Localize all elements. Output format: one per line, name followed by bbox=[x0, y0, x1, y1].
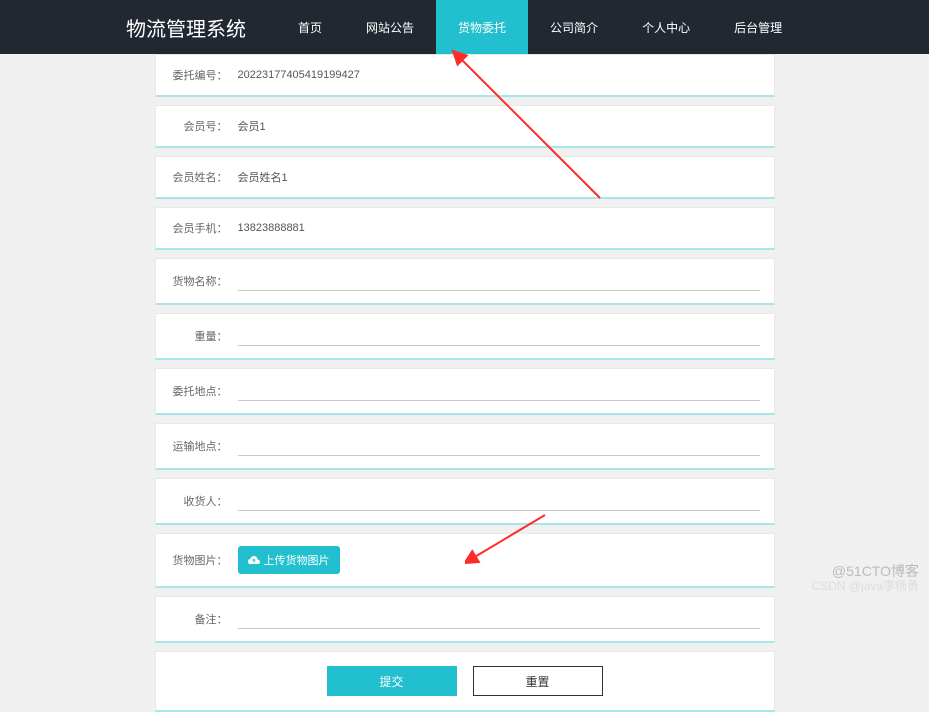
top-header: 物流管理系统 首页 网站公告 货物委托 公司简介 个人中心 后台管理 bbox=[0, 0, 929, 54]
row-remark: 备注： bbox=[155, 596, 775, 643]
action-row: 提交 重置 bbox=[155, 651, 775, 712]
submit-button[interactable]: 提交 bbox=[327, 666, 457, 696]
nav-personal[interactable]: 个人中心 bbox=[620, 0, 712, 54]
label-goods-image: 货物图片： bbox=[170, 552, 228, 568]
reset-button[interactable]: 重置 bbox=[473, 666, 603, 696]
row-goods-name: 货物名称： bbox=[155, 258, 775, 305]
label-member-no: 会员号： bbox=[170, 118, 228, 134]
label-member-phone: 会员手机： bbox=[170, 220, 228, 236]
input-remark[interactable] bbox=[238, 609, 760, 629]
nav-cargo-entrust[interactable]: 货物委托 bbox=[436, 0, 528, 54]
form-container: 委托编号： 会员号： 会员姓名： 会员手机： 货物名称： 重量： 委托地点： 运… bbox=[155, 54, 775, 712]
row-member-name: 会员姓名： bbox=[155, 156, 775, 199]
nav-announcement[interactable]: 网站公告 bbox=[344, 0, 436, 54]
nav-admin[interactable]: 后台管理 bbox=[712, 0, 804, 54]
input-weight[interactable] bbox=[238, 326, 760, 346]
nav-home[interactable]: 首页 bbox=[276, 0, 344, 54]
label-goods-name: 货物名称： bbox=[170, 273, 228, 289]
main-nav: 首页 网站公告 货物委托 公司简介 个人中心 后台管理 bbox=[276, 0, 804, 54]
row-consignee: 收货人： bbox=[155, 478, 775, 525]
nav-company[interactable]: 公司简介 bbox=[528, 0, 620, 54]
input-goods-name[interactable] bbox=[238, 271, 760, 291]
input-member-name[interactable] bbox=[238, 171, 760, 183]
brand-title: 物流管理系统 bbox=[126, 13, 246, 42]
upload-image-button[interactable]: 上传货物图片 bbox=[238, 546, 340, 574]
label-member-name: 会员姓名： bbox=[170, 169, 228, 185]
input-member-phone[interactable] bbox=[238, 222, 760, 234]
cloud-upload-icon bbox=[248, 554, 260, 567]
label-weight: 重量： bbox=[170, 328, 228, 344]
row-entrust-place: 委托地点： bbox=[155, 368, 775, 415]
label-remark: 备注： bbox=[170, 611, 228, 627]
label-transport-place: 运输地点： bbox=[170, 438, 228, 454]
watermark-text-2: CSDN @java李杨勇 bbox=[811, 577, 919, 594]
label-entrust-place: 委托地点： bbox=[170, 383, 228, 399]
input-entrust-place[interactable] bbox=[238, 381, 760, 401]
input-order-no[interactable] bbox=[238, 69, 760, 81]
row-member-phone: 会员手机： bbox=[155, 207, 775, 250]
input-consignee[interactable] bbox=[238, 491, 760, 511]
row-order-no: 委托编号： bbox=[155, 54, 775, 97]
row-goods-image: 货物图片： 上传货物图片 bbox=[155, 533, 775, 588]
row-member-no: 会员号： bbox=[155, 105, 775, 148]
input-transport-place[interactable] bbox=[238, 436, 760, 456]
row-transport-place: 运输地点： bbox=[155, 423, 775, 470]
row-weight: 重量： bbox=[155, 313, 775, 360]
label-order-no: 委托编号： bbox=[170, 67, 228, 83]
input-member-no[interactable] bbox=[238, 120, 760, 132]
label-consignee: 收货人： bbox=[170, 493, 228, 509]
upload-button-label: 上传货物图片 bbox=[264, 552, 330, 568]
